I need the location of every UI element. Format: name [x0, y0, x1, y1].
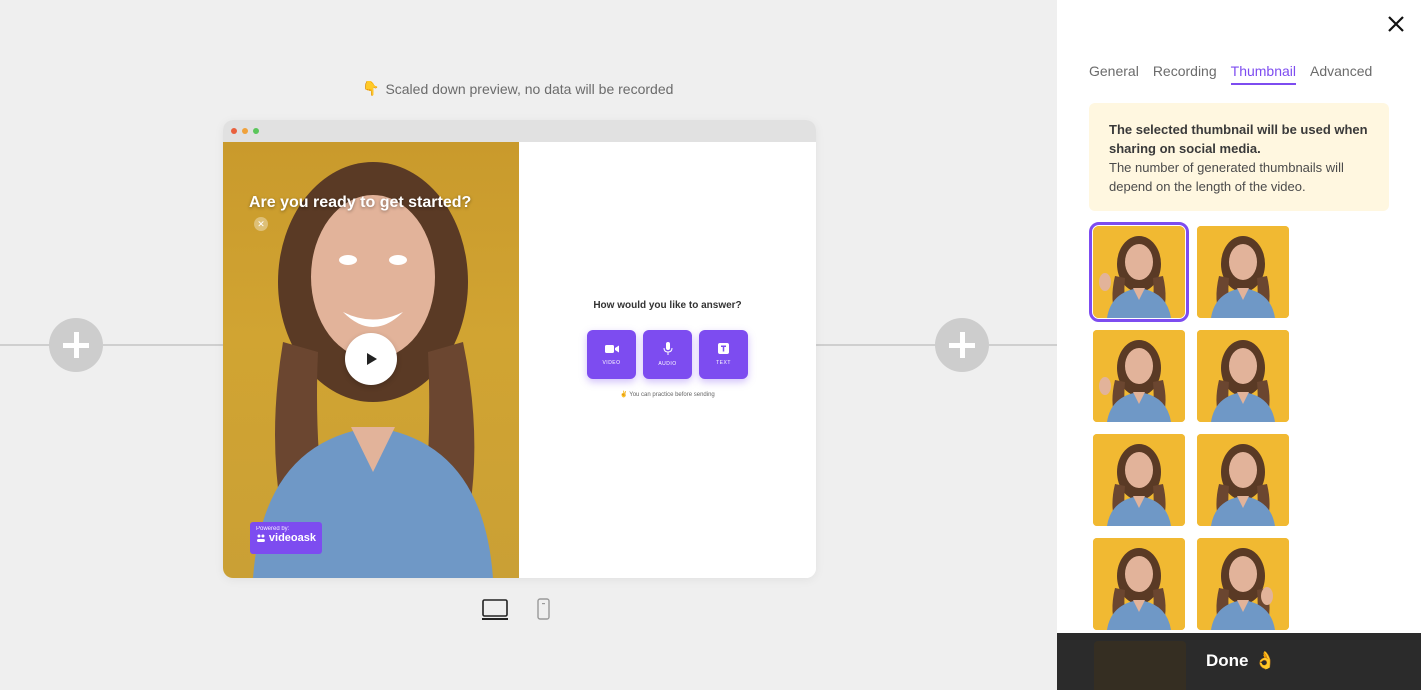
flow-canvas: 👇 Scaled down preview, no data will be r… [0, 0, 1057, 690]
pointing-down-icon: 👇 [362, 80, 380, 96]
add-step-right-button[interactable] [935, 318, 989, 372]
done-bar: Done 👌 [1057, 633, 1421, 690]
videoask-logo-icon [256, 534, 265, 542]
info-text: The number of generated thumbnails will … [1109, 160, 1344, 194]
play-icon [367, 353, 377, 365]
preview-note-text: Scaled down preview, no data will be rec… [385, 80, 674, 97]
thumbnail-option[interactable] [1093, 330, 1185, 422]
close-panel-button[interactable] [1386, 14, 1406, 34]
connector-right [989, 344, 1057, 346]
thumbnail-option[interactable] [1197, 538, 1289, 630]
plus-icon [949, 332, 975, 358]
presenter-thumbnail-image [1197, 538, 1289, 630]
thumbnail-grid [1089, 222, 1289, 630]
window-close-dot [231, 128, 237, 134]
tab-advanced[interactable]: Advanced [1310, 63, 1372, 85]
brand-text: videoask [268, 532, 316, 544]
powered-by-badge[interactable]: Powered by: videoask [250, 522, 322, 554]
presenter-thumbnail-image [1197, 330, 1289, 422]
presenter-thumbnail-image [1093, 434, 1185, 526]
connector-right-inner [816, 344, 936, 346]
thumbnail-option[interactable] [1089, 222, 1189, 322]
desktop-view-toggle[interactable] [482, 599, 508, 626]
thumbnail-option[interactable] [1093, 538, 1185, 630]
desktop-icon [482, 599, 508, 620]
settings-panel: General Recording Thumbnail Advanced The… [1057, 0, 1421, 690]
mobile-view-toggle[interactable] [537, 598, 550, 625]
add-step-left-button[interactable] [49, 318, 103, 372]
video-camera-icon [604, 344, 619, 353]
preview-note: 👇 Scaled down preview, no data will be r… [362, 80, 673, 97]
ok-hand-icon: 👌 [1254, 651, 1276, 670]
window-maximize-dot [253, 128, 259, 134]
presenter-thumbnail-image [1093, 538, 1185, 630]
thumbnail-option[interactable] [1093, 434, 1185, 526]
preview-browser-window: Are you ready to get started? ✕ Powered … [223, 120, 816, 578]
tab-recording[interactable]: Recording [1153, 63, 1217, 85]
practice-note: ✌️ You can practice before sending [519, 391, 816, 398]
play-button[interactable] [345, 333, 397, 385]
text-icon [718, 343, 729, 354]
tab-general[interactable]: General [1089, 63, 1139, 85]
connector-left-inner [103, 344, 223, 346]
audio-answer-label: AUDIO [658, 361, 677, 367]
brand-name: videoask [256, 532, 316, 544]
victory-hand-icon: ✌️ [620, 392, 628, 398]
mobile-icon [537, 598, 550, 620]
presenter-thumbnail-image [1093, 330, 1185, 422]
text-answer-label: TEXT [716, 360, 731, 366]
answer-title: How would you like to answer? [593, 300, 742, 311]
thumbnail-option[interactable] [1197, 226, 1289, 318]
microphone-icon [663, 342, 672, 355]
thumbnail-info-box: The selected thumbnail will be used when… [1089, 103, 1389, 211]
powered-by-label: Powered by: [256, 526, 290, 532]
thumbnail-option[interactable] [1094, 641, 1186, 690]
thumbnail-option[interactable] [1197, 330, 1289, 422]
video-answer-button[interactable]: VIDEO [587, 330, 636, 379]
answer-buttons: VIDEO AUDIO TEXT [587, 330, 748, 379]
connector-left [0, 344, 50, 346]
video-answer-label: VIDEO [602, 359, 621, 366]
presenter-thumbnail-image [1197, 434, 1289, 526]
browser-title-bar [223, 120, 816, 142]
video-preview: Are you ready to get started? ✕ Powered … [223, 142, 519, 578]
practice-note-text: You can practice before sending [629, 392, 715, 398]
text-answer-button[interactable]: TEXT [699, 330, 748, 379]
tab-thumbnail[interactable]: Thumbnail [1230, 63, 1297, 85]
answer-options-pane: How would you like to answer? VIDEO AUDI… [519, 142, 816, 578]
question-title: Are you ready to get started? [249, 194, 472, 211]
settings-tabs: General Recording Thumbnail Advanced [1089, 63, 1372, 85]
done-label: Done [1206, 651, 1249, 670]
audio-answer-button[interactable]: AUDIO [643, 330, 692, 379]
thumbnail-option[interactable] [1197, 434, 1289, 526]
close-icon [1388, 16, 1404, 32]
presenter-thumbnail-image [1093, 226, 1185, 318]
done-button[interactable]: Done 👌 [1206, 651, 1276, 671]
window-minimize-dot [242, 128, 248, 134]
plus-icon [63, 332, 89, 358]
info-bold-text: The selected thumbnail will be used when… [1109, 122, 1368, 156]
close-icon[interactable]: ✕ [254, 217, 268, 231]
presenter-thumbnail-image [1197, 226, 1289, 318]
